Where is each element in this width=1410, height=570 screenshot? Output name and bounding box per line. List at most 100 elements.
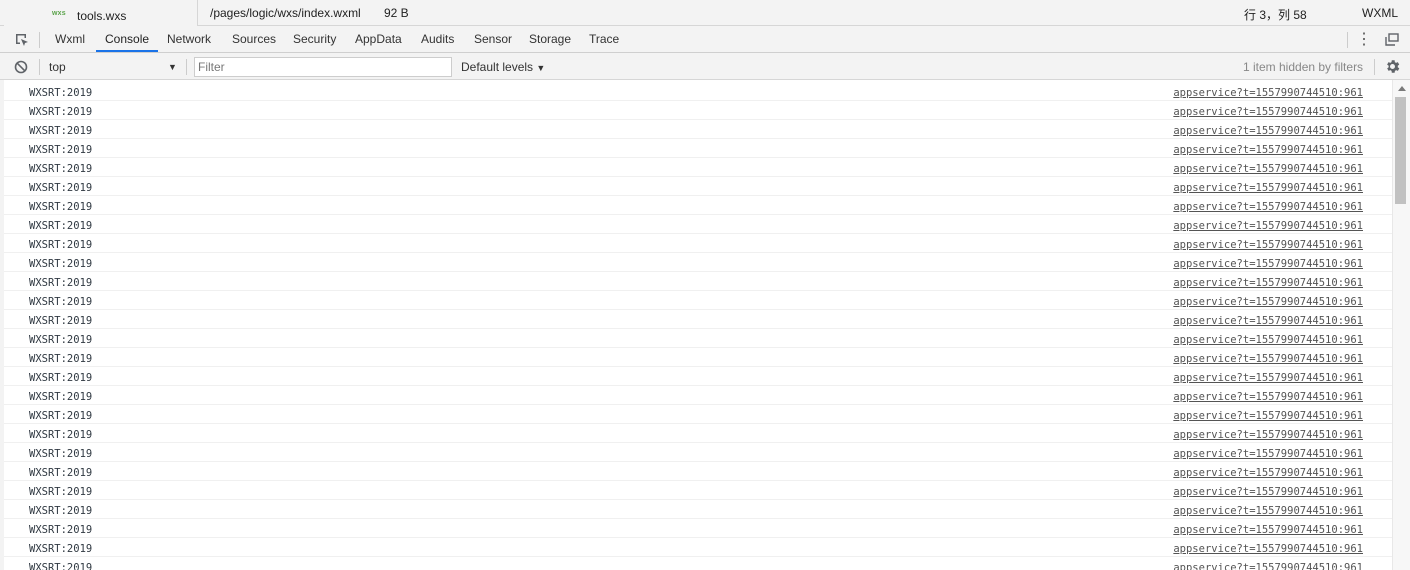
log-message: WXSRT:2019 bbox=[29, 467, 93, 479]
file-tab[interactable]: wxs tools.wxs bbox=[4, 0, 198, 26]
tab-wxml[interactable]: Wxml bbox=[55, 26, 85, 52]
log-source-link[interactable]: appservice?t=1557990744510:961 bbox=[1173, 277, 1363, 289]
tab-storage[interactable]: Storage bbox=[529, 26, 571, 52]
log-source-link[interactable]: appservice?t=1557990744510:961 bbox=[1173, 486, 1363, 498]
log-row[interactable]: WXSRT:2019 appservice?t=1557990744510:961 bbox=[4, 538, 1392, 557]
context-select[interactable]: top bbox=[49, 59, 177, 75]
log-source-link[interactable]: appservice?t=1557990744510:961 bbox=[1173, 410, 1363, 422]
tab-sources[interactable]: Sources bbox=[232, 26, 276, 52]
log-source-link[interactable]: appservice?t=1557990744510:961 bbox=[1173, 334, 1363, 346]
cursor-position[interactable]: 行 3，列 58 bbox=[1244, 6, 1307, 23]
log-row[interactable]: WXSRT:2019 appservice?t=1557990744510:961 bbox=[4, 481, 1392, 500]
log-message: WXSRT:2019 bbox=[29, 334, 93, 346]
log-row[interactable]: WXSRT:2019 appservice?t=1557990744510:961 bbox=[4, 443, 1392, 462]
log-source-link[interactable]: appservice?t=1557990744510:961 bbox=[1173, 258, 1363, 270]
log-row[interactable]: WXSRT:2019 appservice?t=1557990744510:961 bbox=[4, 272, 1392, 291]
undock-icon[interactable] bbox=[1385, 33, 1399, 46]
log-source-link[interactable]: appservice?t=1557990744510:961 bbox=[1173, 87, 1363, 99]
log-message: WXSRT:2019 bbox=[29, 87, 93, 99]
log-message: WXSRT:2019 bbox=[29, 315, 93, 327]
log-source-link[interactable]: appservice?t=1557990744510:961 bbox=[1173, 125, 1363, 137]
log-row[interactable]: WXSRT:2019 appservice?t=1557990744510:961 bbox=[4, 462, 1392, 481]
language-mode[interactable]: WXML bbox=[1362, 6, 1398, 20]
log-message: WXSRT:2019 bbox=[29, 296, 93, 308]
log-row[interactable]: WXSRT:2019 appservice?t=1557990744510:961 bbox=[4, 234, 1392, 253]
log-source-link[interactable]: appservice?t=1557990744510:961 bbox=[1173, 201, 1363, 213]
log-source-link[interactable]: appservice?t=1557990744510:961 bbox=[1173, 163, 1363, 175]
log-row[interactable]: WXSRT:2019 appservice?t=1557990744510:961 bbox=[4, 405, 1392, 424]
log-message: WXSRT:2019 bbox=[29, 505, 93, 517]
log-source-link[interactable]: appservice?t=1557990744510:961 bbox=[1173, 144, 1363, 156]
log-source-link[interactable]: appservice?t=1557990744510:961 bbox=[1173, 543, 1363, 555]
log-row[interactable]: WXSRT:2019 appservice?t=1557990744510:961 bbox=[4, 557, 1392, 570]
log-source-link[interactable]: appservice?t=1557990744510:961 bbox=[1173, 524, 1363, 536]
inspect-element-icon[interactable] bbox=[14, 32, 30, 48]
hidden-items-info: 1 item hidden by filters bbox=[1243, 60, 1364, 74]
log-source-link[interactable]: appservice?t=1557990744510:961 bbox=[1173, 505, 1363, 517]
log-source-link[interactable]: appservice?t=1557990744510:961 bbox=[1173, 239, 1363, 251]
log-row[interactable]: WXSRT:2019 appservice?t=1557990744510:961 bbox=[4, 291, 1392, 310]
log-row[interactable]: WXSRT:2019 appservice?t=1557990744510:961 bbox=[4, 310, 1392, 329]
log-source-link[interactable]: appservice?t=1557990744510:961 bbox=[1173, 315, 1363, 327]
log-row[interactable]: WXSRT:2019 appservice?t=1557990744510:961 bbox=[4, 82, 1392, 101]
tab-audits[interactable]: Audits bbox=[421, 26, 454, 52]
log-row[interactable]: WXSRT:2019 appservice?t=1557990744510:961 bbox=[4, 253, 1392, 272]
log-source-link[interactable]: appservice?t=1557990744510:961 bbox=[1173, 353, 1363, 365]
editor-status-bar: wxs tools.wxs /pages/logic/wxs/index.wxm… bbox=[0, 0, 1410, 26]
clear-console-icon[interactable] bbox=[13, 59, 29, 75]
more-options-icon[interactable]: ⋮ bbox=[1356, 31, 1372, 48]
log-source-link[interactable]: appservice?t=1557990744510:961 bbox=[1173, 106, 1363, 118]
console-toolbar: top ▼ Default levels ▼ 1 item hidden by … bbox=[0, 53, 1410, 80]
log-row[interactable]: WXSRT:2019 appservice?t=1557990744510:961 bbox=[4, 348, 1392, 367]
tab-security[interactable]: Security bbox=[293, 26, 336, 52]
log-message: WXSRT:2019 bbox=[29, 125, 93, 137]
tab-appdata[interactable]: AppData bbox=[355, 26, 402, 52]
console-scrollbar[interactable] bbox=[1392, 80, 1410, 570]
log-source-link[interactable]: appservice?t=1557990744510:961 bbox=[1173, 182, 1363, 194]
log-row[interactable]: WXSRT:2019 appservice?t=1557990744510:961 bbox=[4, 424, 1392, 443]
log-row[interactable]: WXSRT:2019 appservice?t=1557990744510:961 bbox=[4, 500, 1392, 519]
gear-icon[interactable] bbox=[1384, 58, 1401, 75]
log-levels-dropdown[interactable]: Default levels ▼ bbox=[461, 59, 545, 76]
log-source-link[interactable]: appservice?t=1557990744510:961 bbox=[1173, 448, 1363, 460]
log-message: WXSRT:2019 bbox=[29, 486, 93, 498]
log-row[interactable]: WXSRT:2019 appservice?t=1557990744510:961 bbox=[4, 367, 1392, 386]
toolbar-divider bbox=[39, 59, 40, 75]
log-row[interactable]: WXSRT:2019 appservice?t=1557990744510:961 bbox=[4, 139, 1392, 158]
log-row[interactable]: WXSRT:2019 appservice?t=1557990744510:961 bbox=[4, 329, 1392, 348]
scroll-up-arrow-icon[interactable] bbox=[1398, 86, 1406, 91]
log-row[interactable]: WXSRT:2019 appservice?t=1557990744510:961 bbox=[4, 196, 1392, 215]
log-message: WXSRT:2019 bbox=[29, 277, 93, 289]
filter-input[interactable] bbox=[194, 57, 452, 77]
tab-network[interactable]: Network bbox=[167, 26, 211, 52]
log-message: WXSRT:2019 bbox=[29, 429, 93, 441]
log-message: WXSRT:2019 bbox=[29, 106, 93, 118]
log-levels-label: Default levels bbox=[461, 60, 534, 74]
chevron-down-icon[interactable]: ▼ bbox=[168, 59, 177, 75]
file-size: 92 B bbox=[384, 6, 409, 20]
log-row[interactable]: WXSRT:2019 appservice?t=1557990744510:961 bbox=[4, 177, 1392, 196]
scrollbar-thumb[interactable] bbox=[1395, 97, 1406, 204]
log-source-link[interactable]: appservice?t=1557990744510:961 bbox=[1173, 562, 1363, 570]
log-row[interactable]: WXSRT:2019 appservice?t=1557990744510:961 bbox=[4, 120, 1392, 139]
log-source-link[interactable]: appservice?t=1557990744510:961 bbox=[1173, 467, 1363, 479]
tab-console[interactable]: Console bbox=[96, 26, 159, 52]
log-source-link[interactable]: appservice?t=1557990744510:961 bbox=[1173, 372, 1363, 384]
tab-bar-divider-right bbox=[1347, 32, 1348, 48]
log-message: WXSRT:2019 bbox=[29, 258, 93, 270]
log-row[interactable]: WXSRT:2019 appservice?t=1557990744510:961 bbox=[4, 101, 1392, 120]
toolbar-divider bbox=[1374, 59, 1375, 75]
log-source-link[interactable]: appservice?t=1557990744510:961 bbox=[1173, 220, 1363, 232]
log-source-link[interactable]: appservice?t=1557990744510:961 bbox=[1173, 296, 1363, 308]
log-source-link[interactable]: appservice?t=1557990744510:961 bbox=[1173, 391, 1363, 403]
log-row[interactable]: WXSRT:2019 appservice?t=1557990744510:961 bbox=[4, 519, 1392, 538]
log-row[interactable]: WXSRT:2019 appservice?t=1557990744510:961 bbox=[4, 215, 1392, 234]
tab-sensor[interactable]: Sensor bbox=[474, 26, 512, 52]
tab-trace[interactable]: Trace bbox=[589, 26, 619, 52]
log-row[interactable]: WXSRT:2019 appservice?t=1557990744510:961 bbox=[4, 386, 1392, 405]
log-row[interactable]: WXSRT:2019 appservice?t=1557990744510:961 bbox=[4, 158, 1392, 177]
log-message: WXSRT:2019 bbox=[29, 182, 93, 194]
log-source-link[interactable]: appservice?t=1557990744510:961 bbox=[1173, 429, 1363, 441]
log-message: WXSRT:2019 bbox=[29, 543, 93, 555]
console-messages[interactable]: WXSRT:2019 appservice?t=1557990744510:961… bbox=[4, 80, 1392, 570]
